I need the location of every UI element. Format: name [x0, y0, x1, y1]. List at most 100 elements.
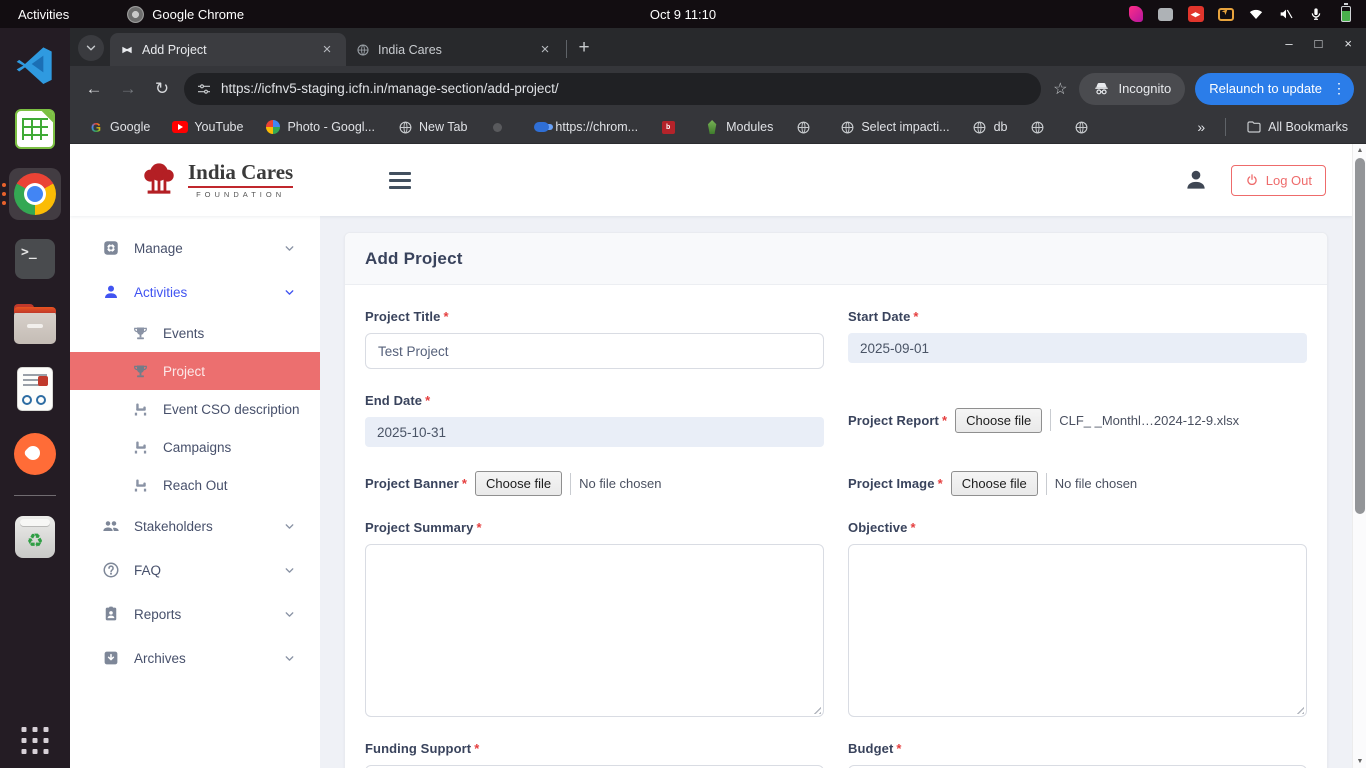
- bookmark-globe[interactable]: [1023, 117, 1057, 137]
- sidebar-item-campaigns[interactable]: Campaigns: [70, 428, 320, 466]
- project-image-file-name: No file chosen: [1055, 476, 1137, 491]
- folder-icon: [1246, 119, 1262, 135]
- tab-add-project[interactable]: Add Project ×: [110, 33, 346, 66]
- system-tray[interactable]: ◂▸: [1127, 6, 1366, 23]
- volume-muted-icon[interactable]: [1277, 6, 1294, 23]
- file-divider: [1046, 473, 1047, 495]
- india-cares-logo[interactable]: India Cares FOUNDATION: [138, 159, 293, 201]
- end-date-input[interactable]: 2025-10-31: [365, 417, 824, 447]
- url-text[interactable]: https://icfnv5-staging.icfn.in/manage-se…: [221, 81, 559, 96]
- google-icon: G: [88, 119, 104, 135]
- seat-icon: [132, 401, 149, 418]
- brand-subtitle: FOUNDATION: [188, 190, 293, 199]
- bookmark-new-tab[interactable]: New Tab: [391, 117, 473, 137]
- logout-button[interactable]: Log Out: [1231, 165, 1326, 196]
- media-app-icon[interactable]: [1127, 6, 1144, 23]
- restore-button[interactable]: □: [1315, 36, 1323, 51]
- start-date-input[interactable]: 2025-09-01: [848, 333, 1307, 363]
- chat-icon[interactable]: [1157, 6, 1174, 23]
- ubuntu-top-bar: Activities Google Chrome Oct 9 11:10 ◂▸: [0, 0, 1366, 28]
- tab-close-icon[interactable]: ×: [536, 41, 554, 59]
- bookmark-select-impact[interactable]: Select impacti...: [833, 117, 955, 137]
- bookmark-google-photos[interactable]: Photo - Googl...: [259, 117, 381, 137]
- objective-textarea[interactable]: [848, 544, 1307, 717]
- bookmark-db[interactable]: db: [966, 117, 1014, 137]
- dock-document-viewer-icon[interactable]: [9, 363, 61, 415]
- dock-files-icon[interactable]: [9, 298, 61, 350]
- bookmark-chrome-link[interactable]: https://chrom...: [527, 117, 644, 137]
- show-applications-button[interactable]: [22, 727, 49, 754]
- sidebar-toggle-hamburger-icon[interactable]: [389, 172, 411, 189]
- browser-menu-dots-icon[interactable]: ⋮: [1332, 80, 1346, 97]
- add-project-card: Add Project Project Title* Test Project …: [344, 232, 1328, 768]
- bookmark-unnamed[interactable]: [483, 117, 517, 137]
- scroll-down-arrow[interactable]: ▼: [1353, 758, 1366, 765]
- wifi-icon[interactable]: [1247, 6, 1264, 23]
- sidebar-item-reach-out[interactable]: Reach Out: [70, 466, 320, 504]
- microphone-icon[interactable]: [1307, 6, 1324, 23]
- window-close-button[interactable]: ×: [1344, 36, 1352, 51]
- sidebar-item-faq[interactable]: FAQ: [70, 548, 320, 592]
- tab-divider: [566, 40, 567, 58]
- dock-vscode-icon[interactable]: [9, 38, 61, 90]
- tab-favicon-globe-icon: [356, 43, 370, 57]
- ubuntu-dock: >_ ♻: [0, 28, 70, 768]
- chevron-down-icon: [283, 564, 296, 577]
- tab-india-cares[interactable]: India Cares ×: [346, 33, 564, 66]
- bookmarks-overflow-button[interactable]: »: [1191, 119, 1211, 135]
- back-button[interactable]: ←: [82, 77, 106, 101]
- clock[interactable]: Oct 9 11:10: [650, 0, 716, 28]
- minimize-button[interactable]: –: [1285, 36, 1292, 51]
- bookmark-google[interactable]: GGoogle: [82, 117, 156, 137]
- end-date-label: End Date*: [365, 393, 824, 408]
- project-summary-textarea[interactable]: [365, 544, 824, 717]
- dock-chrome-icon[interactable]: [9, 168, 61, 220]
- scrollbar-thumb[interactable]: [1355, 158, 1365, 514]
- bookmark-modules[interactable]: Modules: [698, 117, 779, 137]
- project-report-choose-file-button[interactable]: Choose file: [955, 408, 1042, 433]
- blue-logo-icon: [533, 119, 549, 135]
- battery-icon[interactable]: [1337, 6, 1354, 23]
- bookmark-globe[interactable]: [1067, 117, 1101, 137]
- scroll-up-arrow[interactable]: ▲: [1353, 147, 1366, 154]
- project-image-choose-file-button[interactable]: Choose file: [951, 471, 1038, 496]
- focused-app-menu[interactable]: Google Chrome: [127, 6, 244, 23]
- sidebar-item-activities[interactable]: Activities: [70, 270, 320, 314]
- project-banner-choose-file-button[interactable]: Choose file: [475, 471, 562, 496]
- funding-support-label: Funding Support*: [365, 741, 824, 756]
- bookmark-star-icon[interactable]: ☆: [1053, 79, 1067, 99]
- dock-terminal-icon[interactable]: >_: [9, 233, 61, 285]
- new-tab-button[interactable]: +: [571, 35, 597, 61]
- address-bar[interactable]: https://icfnv5-staging.icfn.in/manage-se…: [184, 73, 1041, 105]
- project-title-input[interactable]: Test Project: [365, 333, 824, 369]
- site-settings-tune-icon[interactable]: [196, 81, 212, 97]
- screen-record-icon[interactable]: ◂▸: [1187, 6, 1204, 23]
- sidebar-item-reports[interactable]: Reports: [70, 592, 320, 636]
- forward-button[interactable]: →: [116, 77, 140, 101]
- tab-close-icon[interactable]: ×: [318, 41, 336, 59]
- tab-search-button[interactable]: [78, 35, 104, 61]
- dock-postman-icon[interactable]: [9, 428, 61, 480]
- sidebar-item-project[interactable]: Project: [70, 352, 320, 390]
- sidebar-item-manage[interactable]: Manage: [70, 226, 320, 270]
- bookmark-youtube[interactable]: YouTube: [166, 117, 249, 137]
- relaunch-to-update-button[interactable]: Relaunch to update ⋮: [1195, 73, 1354, 105]
- sidebar-item-events[interactable]: Events: [70, 314, 320, 352]
- sidebar-item-event-cso-description[interactable]: Event CSO description: [70, 390, 320, 428]
- dock-trash-icon[interactable]: ♻: [9, 511, 61, 563]
- user-avatar-icon[interactable]: [1183, 167, 1209, 193]
- bookmark-red-logo[interactable]: b: [654, 117, 688, 137]
- all-bookmarks-button[interactable]: All Bookmarks: [1240, 117, 1354, 137]
- page-scrollbar[interactable]: ▲ ▼: [1352, 144, 1366, 768]
- bookmark-globe[interactable]: [789, 117, 823, 137]
- dock-libreoffice-calc-icon[interactable]: [9, 103, 61, 155]
- project-summary-label: Project Summary*: [365, 520, 824, 535]
- activities-button[interactable]: Activities: [0, 0, 87, 28]
- screen-share-icon[interactable]: [1217, 6, 1234, 23]
- sidebar-item-archives[interactable]: Archives: [70, 636, 320, 680]
- sidebar-item-stakeholders[interactable]: Stakeholders: [70, 504, 320, 548]
- globe-icon: [1029, 119, 1045, 135]
- add-project-form: Project Title* Test Project Start Date* …: [365, 309, 1307, 768]
- reload-button[interactable]: ↻: [150, 77, 174, 101]
- project-report-label: Project Report*: [848, 413, 947, 428]
